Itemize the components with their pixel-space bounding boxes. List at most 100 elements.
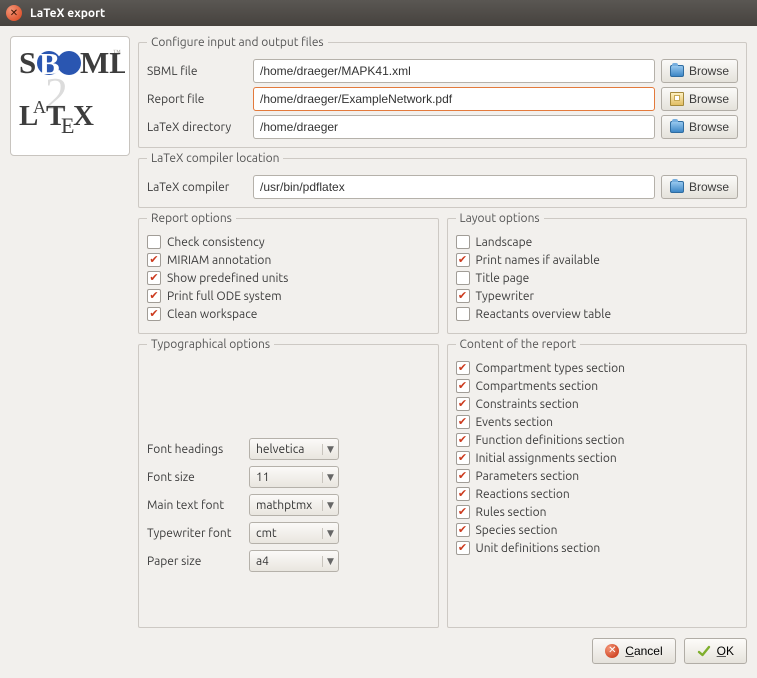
svg-text:A: A	[33, 97, 46, 117]
report-option-checkbox[interactable]	[147, 307, 161, 321]
layout-option-label: Print names if available	[476, 254, 600, 267]
layout-option-row: Typewriter	[456, 289, 739, 303]
typo-fieldset: Typographical options Font headings helv…	[138, 338, 439, 628]
tt-font-select[interactable]: cmt ▼	[249, 522, 339, 544]
report-option-checkbox[interactable]	[147, 289, 161, 303]
font-headings-label: Font headings	[147, 443, 243, 456]
report-option-checkbox[interactable]	[147, 235, 161, 249]
chevron-down-icon: ▼	[322, 444, 338, 455]
latexdir-browse-button[interactable]: Browse	[661, 115, 738, 139]
content-option-label: Function definitions section	[476, 434, 625, 447]
svg-text:X: X	[73, 100, 94, 132]
compiler-fieldset: LaTeX compiler location LaTeX compiler B…	[138, 152, 747, 208]
ok-check-icon	[697, 644, 711, 658]
layout-option-row: Landscape	[456, 235, 739, 249]
report-file-input[interactable]	[253, 87, 655, 111]
paper-size-select[interactable]: a4 ▼	[249, 550, 339, 572]
content-option-row: Reactions section	[456, 487, 739, 501]
report-option-checkbox[interactable]	[147, 271, 161, 285]
report-option-row: Clean workspace	[147, 307, 430, 321]
chevron-down-icon: ▼	[322, 556, 338, 567]
latex-dir-label: LaTeX directory	[147, 121, 247, 134]
content-option-row: Events section	[456, 415, 739, 429]
content-option-checkbox[interactable]	[456, 505, 470, 519]
window-title: LaTeX export	[30, 7, 105, 20]
content-option-row: Rules section	[456, 505, 739, 519]
layout-options-legend: Layout options	[456, 212, 544, 225]
layout-option-label: Title page	[476, 272, 530, 285]
folder-icon	[670, 181, 684, 193]
report-option-label: MIRIAM annotation	[167, 254, 271, 267]
content-option-checkbox[interactable]	[456, 379, 470, 393]
content-option-checkbox[interactable]	[456, 451, 470, 465]
font-size-label: Font size	[147, 471, 243, 484]
content-option-label: Unit definitions section	[476, 542, 601, 555]
layout-options-fieldset: Layout options Landscape Print names if a…	[447, 212, 748, 334]
content-option-checkbox[interactable]	[456, 415, 470, 429]
chevron-down-icon: ▼	[322, 528, 338, 539]
report-option-row: Check consistency	[147, 235, 430, 249]
report-option-checkbox[interactable]	[147, 253, 161, 267]
titlebar: ✕ LaTeX export	[0, 0, 757, 26]
layout-option-checkbox[interactable]	[456, 235, 470, 249]
content-option-label: Events section	[476, 416, 554, 429]
content-option-label: Initial assignments section	[476, 452, 617, 465]
layout-option-row: Print names if available	[456, 253, 739, 267]
report-browse-button[interactable]: Browse	[661, 87, 738, 111]
content-option-row: Compartment types section	[456, 361, 739, 375]
layout-option-checkbox[interactable]	[456, 253, 470, 267]
svg-text:S: S	[19, 45, 36, 80]
font-size-select[interactable]: 11 ▼	[249, 466, 339, 488]
compiler-browse-button[interactable]: Browse	[661, 175, 738, 199]
content-option-checkbox[interactable]	[456, 541, 470, 555]
content-option-checkbox[interactable]	[456, 469, 470, 483]
layout-option-checkbox[interactable]	[456, 271, 470, 285]
chevron-down-icon: ▼	[322, 472, 338, 483]
content-option-label: Species section	[476, 524, 558, 537]
report-options-legend: Report options	[147, 212, 236, 225]
layout-option-checkbox[interactable]	[456, 289, 470, 303]
sbml-file-input[interactable]	[253, 59, 655, 83]
layout-option-label: Landscape	[476, 236, 533, 249]
io-legend: Configure input and output files	[147, 36, 328, 49]
content-option-row: Compartments section	[456, 379, 739, 393]
latex-dir-input[interactable]	[253, 115, 655, 139]
layout-option-row: Title page	[456, 271, 739, 285]
ok-button[interactable]: OK	[684, 638, 747, 664]
report-option-label: Clean workspace	[167, 308, 257, 321]
content-option-row: Constraints section	[456, 397, 739, 411]
font-headings-select[interactable]: helvetica ▼	[249, 438, 339, 460]
content-option-checkbox[interactable]	[456, 523, 470, 537]
folder-icon	[670, 65, 684, 77]
main-font-select[interactable]: mathptmx ▼	[249, 494, 339, 516]
typo-legend: Typographical options	[147, 338, 274, 351]
tt-font-label: Typewriter font	[147, 527, 243, 540]
sbml-browse-button[interactable]: Browse	[661, 59, 738, 83]
compiler-label: LaTeX compiler	[147, 181, 247, 194]
folder-icon	[670, 121, 684, 133]
close-icon[interactable]: ✕	[6, 5, 22, 21]
report-option-row: MIRIAM annotation	[147, 253, 430, 267]
layout-option-label: Reactants overview table	[476, 308, 612, 321]
layout-option-label: Typewriter	[476, 290, 535, 303]
content-option-checkbox[interactable]	[456, 397, 470, 411]
content-option-checkbox[interactable]	[456, 361, 470, 375]
content-option-row: Species section	[456, 523, 739, 537]
chevron-down-icon: ▼	[322, 500, 338, 511]
cancel-button[interactable]: ✕ Cancel	[592, 638, 675, 664]
sbml-file-label: SBML file	[147, 65, 247, 78]
report-option-label: Print full ODE system	[167, 290, 282, 303]
content-option-checkbox[interactable]	[456, 487, 470, 501]
compiler-input[interactable]	[253, 175, 655, 199]
report-options-fieldset: Report options Check consistency MIRIAM a…	[138, 212, 439, 334]
content-option-label: Compartment types section	[476, 362, 626, 375]
io-fieldset: Configure input and output files SBML fi…	[138, 36, 747, 148]
layout-option-checkbox[interactable]	[456, 307, 470, 321]
content-option-checkbox[interactable]	[456, 433, 470, 447]
content-option-row: Function definitions section	[456, 433, 739, 447]
logo: S B ML ™ 2 L A T E X	[10, 36, 130, 156]
content-fieldset: Content of the report Compartment types …	[447, 338, 748, 628]
report-option-label: Show predefined units	[167, 272, 288, 285]
content-option-row: Initial assignments section	[456, 451, 739, 465]
content-legend: Content of the report	[456, 338, 581, 351]
